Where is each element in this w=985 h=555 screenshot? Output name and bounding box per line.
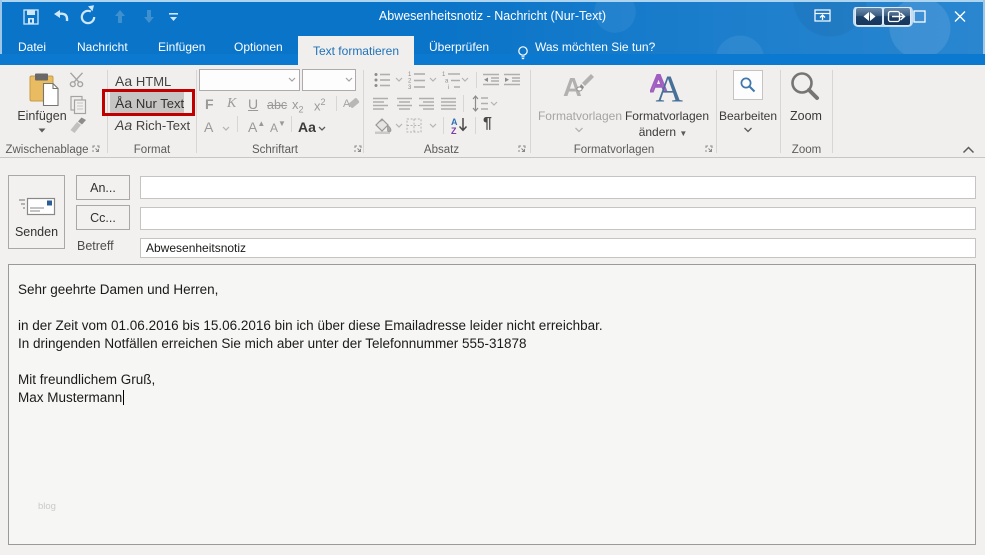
svg-text:3: 3 <box>408 85 412 89</box>
svg-text:1: 1 <box>408 72 412 78</box>
svg-text:A: A <box>656 73 684 107</box>
svg-text:2: 2 <box>408 79 412 85</box>
svg-text:i: i <box>448 85 449 89</box>
svg-text:1: 1 <box>442 72 446 78</box>
svg-text:a: a <box>445 79 449 85</box>
svg-text:Z: Z <box>451 126 457 134</box>
